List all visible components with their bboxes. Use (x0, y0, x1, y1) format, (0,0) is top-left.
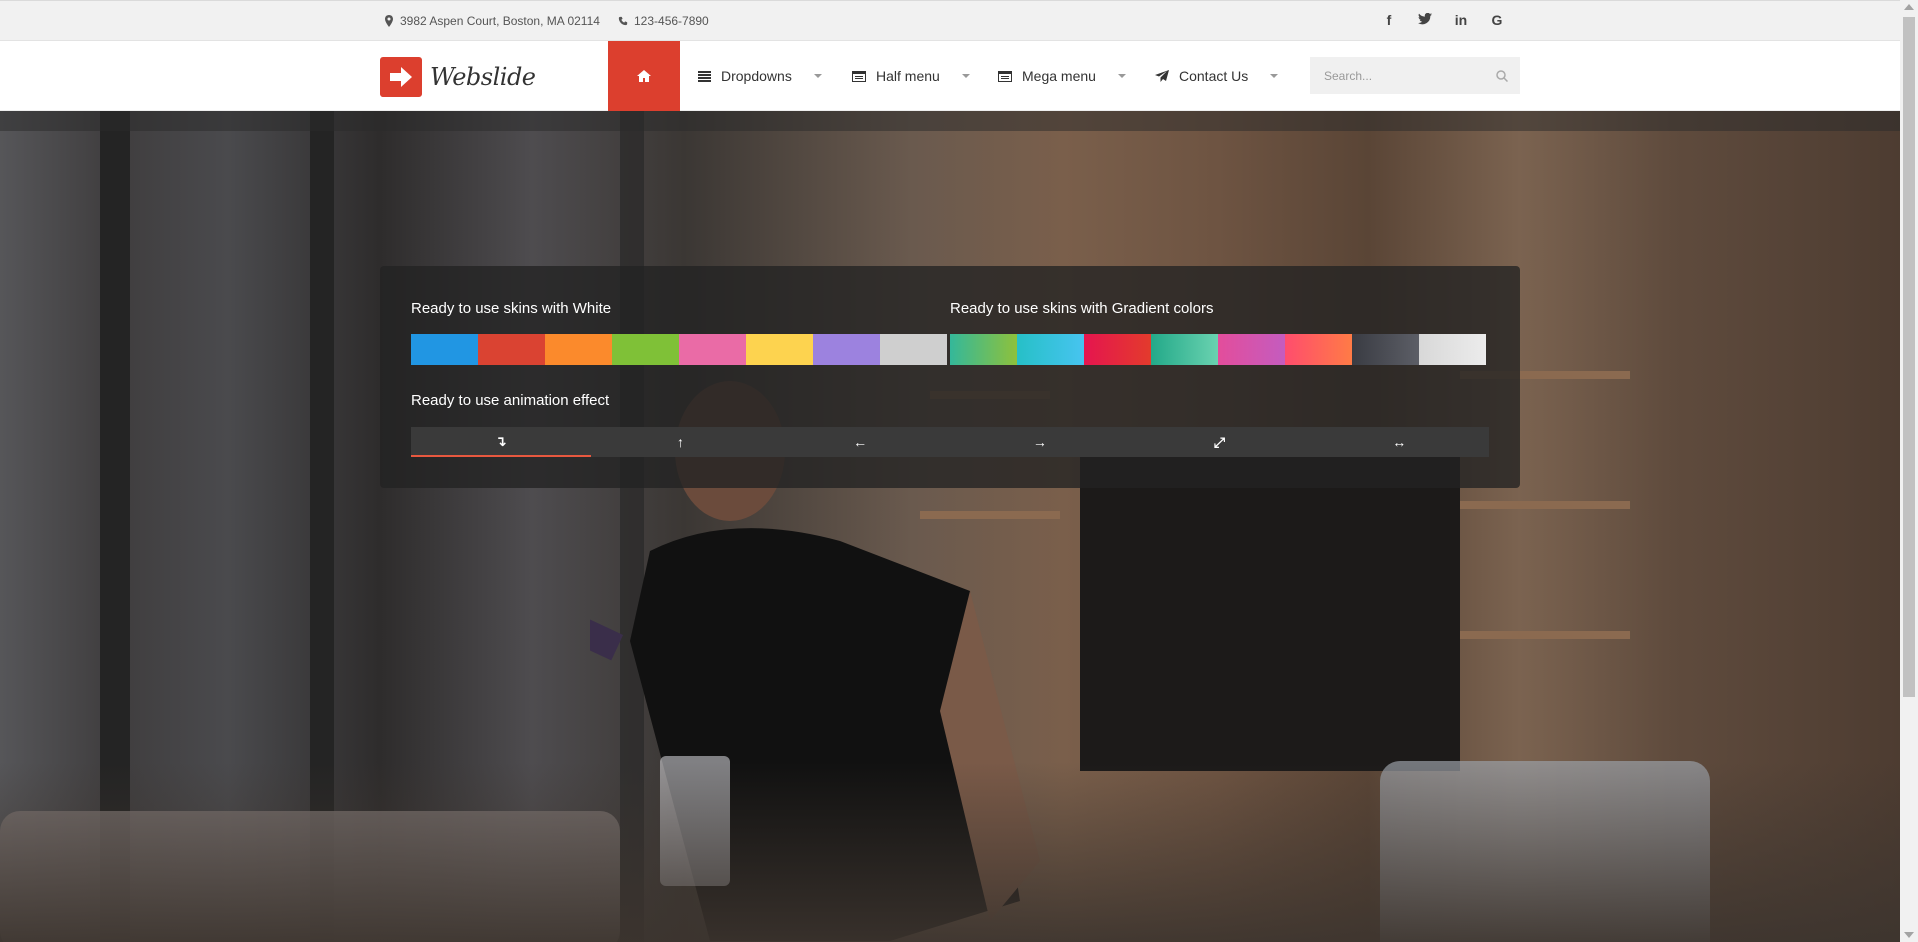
social-links: f in G (1382, 12, 1504, 28)
gradient-skin-swatches (950, 334, 1486, 365)
anim-slide-left-button[interactable]: ← (770, 427, 950, 457)
anim-zoom-button[interactable]: ⤢ (1130, 427, 1310, 457)
nav-item-label: Contact Us (1179, 68, 1249, 84)
white-skin-swatch-4[interactable] (612, 334, 679, 365)
nav-item-contact-us[interactable]: Contact Us (1155, 41, 1279, 111)
gradient-skin-swatch-3[interactable] (1084, 334, 1151, 365)
white-skin-swatch-3[interactable] (545, 334, 612, 365)
white-skin-swatch-5[interactable] (679, 334, 746, 365)
search-box (1310, 57, 1520, 94)
nav-item-label: Mega menu (1022, 68, 1096, 84)
gradient-skin-swatch-5[interactable] (1218, 334, 1285, 365)
tv-screen (1080, 451, 1460, 771)
google-icon[interactable]: G (1490, 12, 1504, 28)
paper-plane-icon (1155, 70, 1169, 82)
nav-item-dropdowns[interactable]: Dropdowns (698, 41, 822, 111)
caret-down-icon (1117, 74, 1126, 78)
nav-item-label: Dropdowns (721, 68, 792, 84)
anim-slide-up-button[interactable]: ↑ (591, 427, 771, 457)
animation-effect-bar: ↴ ↑ ← → ⤢ ↔ (411, 427, 1489, 457)
home-icon (637, 70, 651, 82)
hero-background: Ready to use skins with White Ready to u… (0, 111, 1900, 942)
address: 3982 Aspen Court, Boston, MA 02114 (384, 14, 600, 28)
list-icon (698, 70, 711, 82)
white-skin-swatch-2[interactable] (478, 334, 545, 365)
facebook-icon[interactable]: f (1382, 12, 1396, 28)
white-skin-swatch-7[interactable] (813, 334, 880, 365)
page-scrollbar[interactable] (1900, 0, 1918, 942)
main-navbar: Webslide Dropdowns Half menu Mega menu C… (0, 41, 1900, 111)
address-text: 3982 Aspen Court, Boston, MA 02114 (400, 14, 600, 28)
shelf (1460, 631, 1630, 639)
phone: 123-456-7890 (618, 14, 709, 28)
white-skin-swatch-8[interactable] (880, 334, 947, 365)
caret-down-icon (961, 74, 970, 78)
scroll-down-arrow-icon[interactable] (1904, 932, 1914, 938)
logo-arrow-icon (380, 57, 422, 97)
logo-text: Webslide (430, 63, 536, 91)
gradient-skin-swatch-6[interactable] (1285, 334, 1352, 365)
window-icon (852, 70, 866, 82)
gradient-skin-swatch-8[interactable] (1419, 334, 1486, 365)
logo[interactable]: Webslide (380, 57, 536, 97)
anim-slide-right-button[interactable]: → (950, 427, 1130, 457)
animation-label: Ready to use animation effect (411, 392, 610, 409)
floor (0, 762, 1900, 942)
white-skin-swatch-1[interactable] (411, 334, 478, 365)
search-icon[interactable] (1496, 69, 1508, 82)
anim-slide-down-button[interactable]: ↴ (411, 427, 591, 457)
white-skin-swatches (411, 334, 947, 365)
scroll-up-arrow-icon[interactable] (1904, 4, 1914, 10)
home-button[interactable] (608, 41, 680, 111)
gradient-skin-swatch-7[interactable] (1352, 334, 1419, 365)
twitter-icon[interactable] (1418, 12, 1432, 28)
search-input[interactable] (1310, 67, 1496, 84)
phone-text: 123-456-7890 (634, 14, 709, 28)
linkedin-icon[interactable]: in (1454, 12, 1468, 28)
white-skin-swatch-6[interactable] (746, 334, 813, 365)
gradient-skin-swatch-2[interactable] (1017, 334, 1084, 365)
gradient-skin-swatch-4[interactable] (1151, 334, 1218, 365)
caret-down-icon (813, 74, 822, 78)
white-skins-label: Ready to use skins with White (411, 300, 612, 317)
caret-down-icon (1270, 74, 1279, 78)
shelf (1460, 501, 1630, 509)
nav-item-mega-menu[interactable]: Mega menu (998, 41, 1126, 111)
map-pin-icon (385, 15, 393, 27)
scrollbar-thumb[interactable] (1903, 17, 1915, 697)
anim-expand-button[interactable]: ↔ (1309, 427, 1489, 457)
skin-selector-panel: Ready to use skins with White Ready to u… (380, 266, 1520, 488)
gradient-skins-label: Ready to use skins with Gradient colors (950, 300, 1214, 317)
top-info-bar: 3982 Aspen Court, Boston, MA 02114 123-4… (0, 0, 1900, 41)
window-icon (998, 70, 1012, 82)
gradient-skin-swatch-1[interactable] (950, 334, 1017, 365)
nav-item-label: Half menu (876, 68, 940, 84)
phone-icon (618, 16, 628, 26)
nav-item-half-menu[interactable]: Half menu (852, 41, 970, 111)
ceiling (0, 111, 1900, 131)
